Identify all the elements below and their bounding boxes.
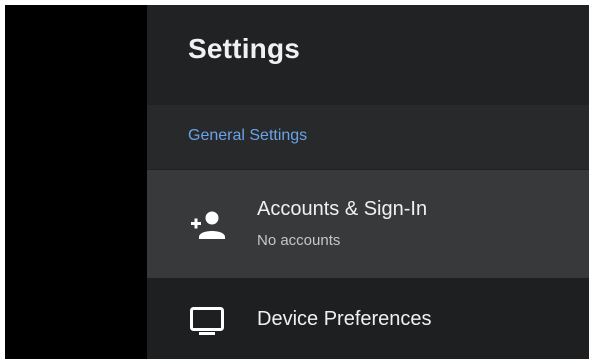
settings-header: Settings	[147, 5, 589, 105]
item-title: Device Preferences	[257, 308, 432, 330]
page-title: Settings	[188, 33, 301, 64]
section-title: General Settings	[188, 127, 308, 144]
add-person-icon	[187, 205, 227, 245]
content-area-left	[5, 5, 147, 359]
settings-panel: Settings General Settings Accounts & Sig…	[147, 5, 589, 359]
tv-monitor-icon	[187, 300, 227, 340]
item-subtitle: No accounts	[257, 232, 341, 249]
screenshot-frame: Settings General Settings Accounts & Sig…	[0, 0, 597, 363]
tv-screen: Settings General Settings Accounts & Sig…	[5, 5, 589, 359]
settings-item-device-preferences[interactable]: Device Preferences	[147, 278, 589, 359]
settings-item-accounts[interactable]: Accounts & Sign-In No accounts	[147, 170, 589, 278]
item-title: Accounts & Sign-In	[257, 198, 428, 220]
section-header-general: General Settings	[147, 105, 589, 169]
